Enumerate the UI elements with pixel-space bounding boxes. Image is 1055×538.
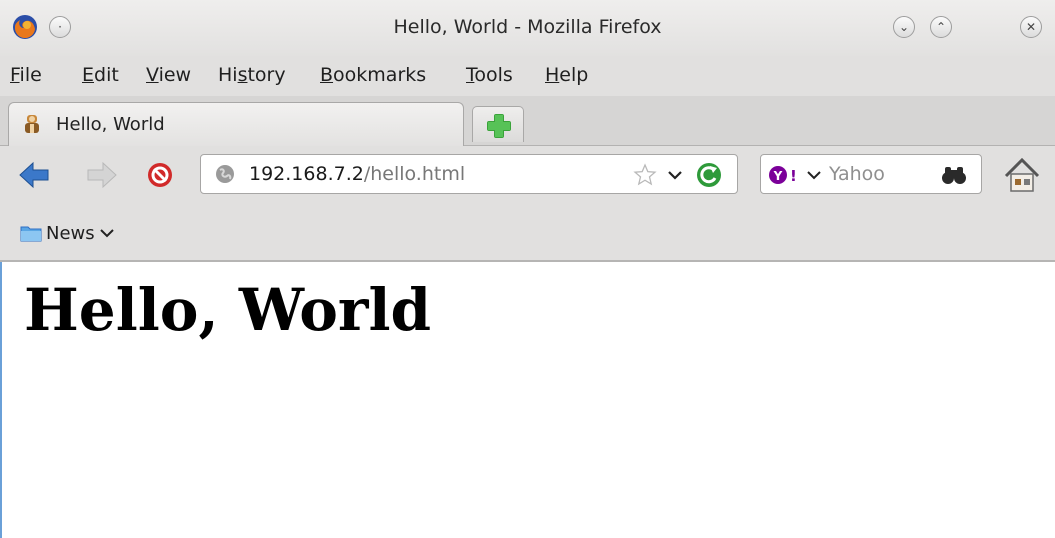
search-binoculars-icon[interactable] <box>941 165 967 185</box>
minimize-button[interactable]: ⌄ <box>893 16 915 38</box>
plus-icon <box>487 114 511 138</box>
page-favicon-icon <box>25 115 39 133</box>
close-button[interactable]: ✕ <box>1020 16 1042 38</box>
menu-edit[interactable]: Edit <box>82 64 119 86</box>
chevron-down-icon <box>99 229 114 238</box>
search-bar[interactable]: Y ! Yahoo <box>760 154 982 194</box>
svg-text:Y: Y <box>773 169 783 183</box>
url-bar[interactable]: 192.168.7.2/hello.html <box>200 154 738 194</box>
title-bar: · Hello, World - Mozilla Firefox ⌄ ⌃ ✕ <box>0 0 1055 56</box>
chevron-down-icon: ⌄ <box>898 20 910 34</box>
folder-icon <box>20 226 42 242</box>
search-placeholder: Yahoo <box>829 163 885 185</box>
reload-icon[interactable] <box>695 161 723 189</box>
bookmark-label: News <box>46 222 95 244</box>
yahoo-engine-icon[interactable]: Y ! <box>769 166 801 184</box>
globe-icon[interactable] <box>215 164 235 184</box>
page-heading: Hello, World <box>24 276 432 344</box>
forward-icon[interactable] <box>86 160 118 190</box>
menu-history[interactable]: History <box>218 64 286 86</box>
new-tab-button[interactable] <box>472 106 524 142</box>
maximize-button[interactable]: ⌃ <box>930 16 952 38</box>
tab-strip: Hello, World <box>0 96 1055 146</box>
url-text[interactable]: 192.168.7.2/hello.html <box>249 163 465 185</box>
tab-hello-world[interactable]: Hello, World <box>8 102 464 146</box>
url-host: 192.168.7.2 <box>249 163 364 185</box>
menu-tools[interactable]: Tools <box>466 64 513 86</box>
navigation-toolbar: 192.168.7.2/hello.html Y ! Yahoo <box>0 146 1055 204</box>
url-path: /hello.html <box>363 163 466 185</box>
menu-file[interactable]: File <box>10 64 42 86</box>
page-content: Hello, World <box>0 262 1055 538</box>
menu-help[interactable]: Help <box>545 64 588 86</box>
bookmarks-toolbar: News <box>0 204 1055 262</box>
back-icon[interactable] <box>18 160 50 190</box>
engine-dropdown-icon[interactable] <box>807 169 821 181</box>
bookmark-folder-news[interactable]: News <box>20 220 115 246</box>
stop-icon[interactable] <box>144 160 176 190</box>
menu-view[interactable]: View <box>146 64 191 86</box>
close-icon: ✕ <box>1025 20 1037 34</box>
firefox-window: · Hello, World - Mozilla Firefox ⌄ ⌃ ✕ F… <box>0 0 1055 538</box>
window-left-edge <box>0 262 2 538</box>
menu-bar: File Edit View History Bookmarks Tools H… <box>0 56 1055 96</box>
svg-text:!: ! <box>790 167 797 184</box>
bookmark-star-icon[interactable] <box>633 163 657 187</box>
chevron-up-icon: ⌃ <box>935 20 947 34</box>
home-icon[interactable] <box>1002 156 1042 194</box>
history-dropdown-icon[interactable] <box>667 167 683 183</box>
menu-bookmarks[interactable]: Bookmarks <box>320 64 426 86</box>
tab-label: Hello, World <box>56 114 165 135</box>
